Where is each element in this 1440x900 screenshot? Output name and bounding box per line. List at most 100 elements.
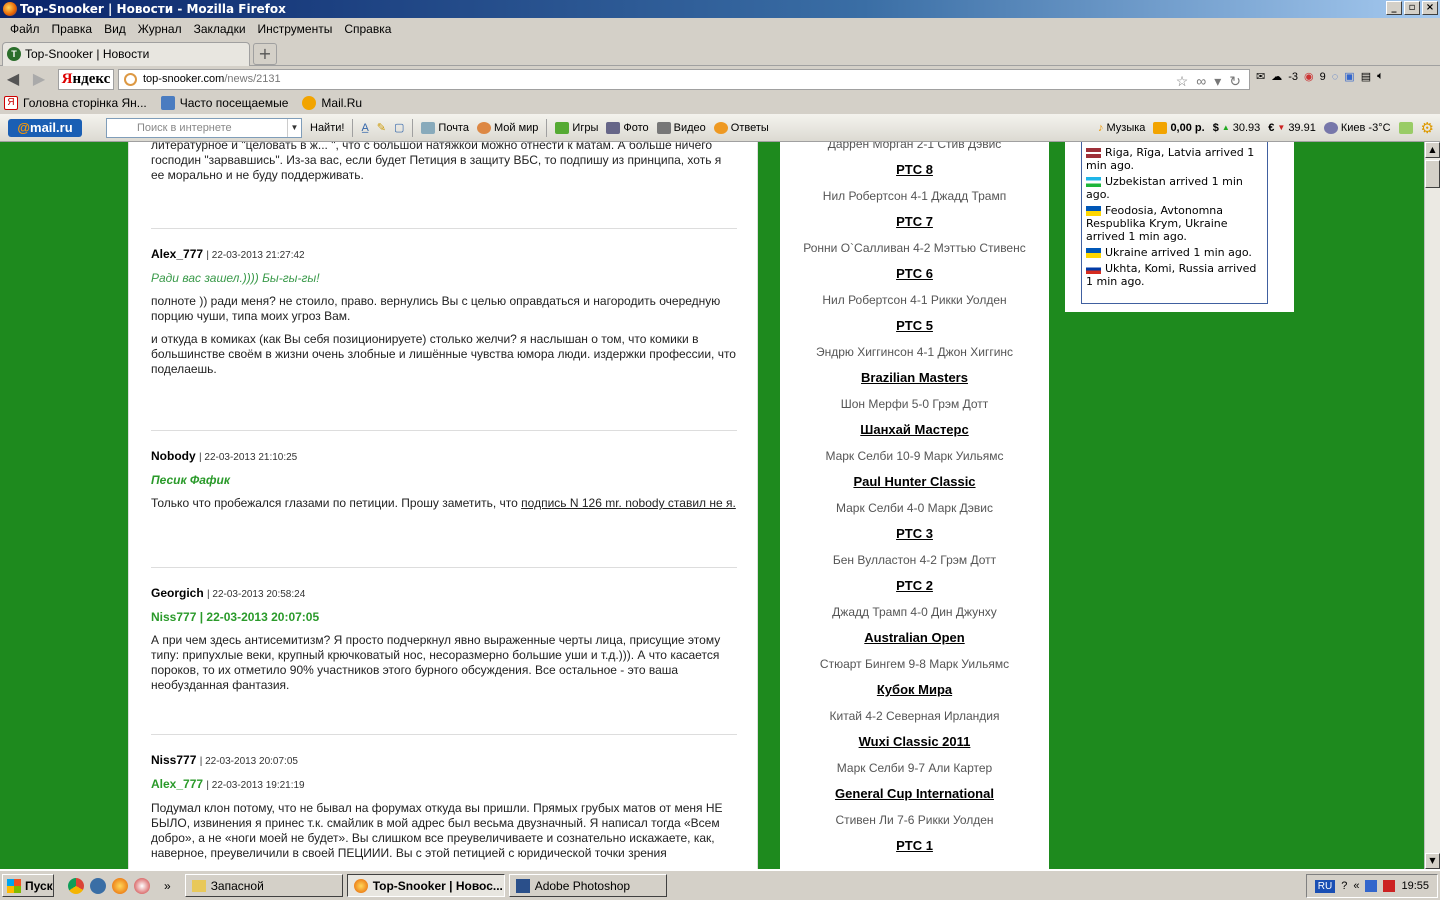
highlight-icon[interactable]: ✎ [377, 121, 386, 134]
reader-glasses-icon[interactable]: ∞ [1196, 72, 1206, 91]
comment-author[interactable]: Georgich [151, 586, 204, 600]
tray-expand-icon[interactable]: « [1353, 880, 1359, 892]
comment-author[interactable]: Alex_777 [151, 247, 203, 261]
task-photoshop[interactable]: Adobe Photoshop [508, 874, 667, 897]
page-scrollbar[interactable]: ▲ ▼ [1424, 142, 1440, 869]
tournament-title[interactable]: Brazilian Masters [780, 370, 1049, 385]
photo-link[interactable]: Фото [606, 121, 649, 134]
tournament-title[interactable]: PTC 3 [780, 526, 1049, 541]
scroll-thumb[interactable] [1425, 160, 1440, 188]
speaker-icon[interactable]: 🔈︎ [1377, 70, 1384, 83]
reload-icon[interactable]: ↻ [1229, 72, 1241, 91]
weather-cloud-icon[interactable]: ☁ [1271, 70, 1282, 83]
my-world-link[interactable]: Мой мир [476, 121, 538, 134]
opera-icon[interactable] [134, 877, 150, 894]
dropdown-arrow-icon[interactable]: ▾ [1214, 72, 1221, 91]
quick-launch-more-icon[interactable]: » [164, 879, 171, 893]
result-line: Стюарт Бингем 9-8 Марк Уильямс [819, 657, 1010, 671]
tournament-title[interactable]: PTC 2 [780, 578, 1049, 593]
search-dropdown-icon[interactable]: ▼ [287, 118, 301, 137]
firefox-launch-icon[interactable] [112, 877, 128, 894]
tournament-title[interactable]: Wuxi Classic 2011 [780, 734, 1049, 749]
language-indicator[interactable]: RU [1314, 879, 1336, 893]
mail-icon[interactable]: ✉ [1256, 70, 1265, 83]
tournament-title[interactable]: PTC 5 [780, 318, 1049, 333]
wallet-icon [1153, 121, 1168, 134]
forward-arrow-icon[interactable]: ▶ [30, 70, 48, 88]
settings-gear-icon[interactable]: ⚙ [1421, 119, 1434, 137]
new-tab-button[interactable]: + [253, 43, 277, 65]
minimize-button[interactable]: _ [1386, 1, 1402, 15]
find-button[interactable]: Найти! [310, 122, 344, 134]
address-bar[interactable]: top-snooker.com/news/2131 ☆ ∞ ▾ ↻ [118, 69, 1250, 90]
music-link[interactable]: ♪ Музыка [1098, 122, 1145, 134]
tournament-title[interactable]: PTC 8 [780, 162, 1049, 177]
maximize-button[interactable]: ▫ [1404, 1, 1420, 15]
tournament-title[interactable]: Кубок Мира [780, 682, 1049, 697]
mailru-search-input[interactable]: Поиск в интернете ▼ [106, 117, 302, 138]
yandex-logo[interactable]: Яндекс [58, 69, 114, 90]
start-button[interactable]: Пуск [2, 874, 54, 897]
comment-author[interactable]: Niss777 [151, 753, 196, 767]
ie-icon[interactable] [90, 877, 106, 894]
close-button[interactable]: × [1422, 1, 1438, 15]
addon-icon[interactable]: ▣ [1344, 70, 1354, 83]
weather-temp: -3 [1288, 70, 1298, 83]
back-arrow-icon[interactable]: ◀ [4, 70, 22, 88]
answers-link[interactable]: Ответы [713, 121, 769, 134]
visitor-entry: Uzbekistan arrived 1 min ago. [1086, 175, 1243, 201]
tournament-title[interactable]: Australian Open [780, 630, 1049, 645]
menu-help[interactable]: Справка [338, 22, 397, 36]
tournament-title[interactable]: PTC 7 [780, 214, 1049, 229]
notification-icon[interactable]: ◉ [1304, 70, 1314, 83]
balance-link[interactable]: 0,00 р. [1153, 121, 1205, 134]
menu-file[interactable]: Файл [4, 22, 46, 36]
comment-text: Подумал клон потому, что не бывал на фор… [151, 801, 723, 860]
tournament-title[interactable]: PTC 6 [780, 266, 1049, 281]
tournament-title[interactable]: PTC 1 [780, 838, 1049, 853]
task-zapasnoy[interactable]: Запасной [184, 874, 343, 897]
my-world-icon [476, 121, 491, 134]
menu-bookmarks[interactable]: Закладки [188, 22, 252, 36]
scroll-up-icon[interactable]: ▲ [1425, 142, 1440, 158]
weather-link[interactable]: Киев -3°C [1323, 121, 1391, 134]
font-size-icon[interactable]: A̲ [361, 122, 368, 134]
comment-text: А при чем здесь антисемитизм? Я просто п… [151, 633, 721, 692]
bookmark-yandex[interactable]: Я Головна сторінка Ян... [0, 96, 147, 110]
sync-icon[interactable]: ◌ [1332, 71, 1339, 83]
bookmark-mailru[interactable]: Mail.Ru [298, 96, 362, 110]
menu-edit[interactable]: Правка [46, 22, 99, 36]
help-icon[interactable]: ? [1341, 880, 1347, 892]
photoshop-icon [515, 878, 530, 893]
quote-author: Alex_777 | 22-03-2013 19:21:19 [151, 777, 305, 791]
mailru-logo[interactable]: @mail.ru [8, 118, 82, 137]
chrome-icon[interactable] [68, 877, 84, 894]
url-path: /news/2131 [224, 73, 281, 85]
addon2-icon[interactable]: ▤ [1361, 70, 1371, 83]
menu-history[interactable]: Журнал [132, 22, 188, 36]
task-firefox[interactable]: Top-Snooker | Новос... [346, 874, 505, 897]
scroll-down-icon[interactable]: ▼ [1425, 853, 1440, 869]
antivirus-icon[interactable] [1383, 880, 1396, 892]
site-identity-icon[interactable] [124, 73, 137, 86]
tournament-title[interactable]: Paul Hunter Classic [780, 474, 1049, 489]
tab-top-snooker[interactable]: T Top-Snooker | Новости [2, 42, 250, 66]
video-link[interactable]: Видео [656, 121, 706, 134]
quick-launch: » [68, 877, 171, 894]
tournament-title[interactable]: Шанхай Мастерс [780, 422, 1049, 437]
games-link[interactable]: Игры [555, 121, 598, 134]
menu-view[interactable]: Вид [98, 22, 132, 36]
map-icon[interactable] [1398, 121, 1413, 134]
comment-author[interactable]: Nobody [151, 449, 196, 463]
usd-rate[interactable]: $ ▲ 30.93 [1213, 122, 1261, 134]
bookmark-star-icon[interactable]: ☆ [1176, 72, 1189, 91]
bookmark-most-visited[interactable]: Часто посещаемые [157, 96, 288, 110]
frame-icon[interactable]: ▢ [394, 121, 404, 134]
menu-tools[interactable]: Инструменты [252, 22, 339, 36]
tournament-title[interactable]: General Cup International [780, 786, 1049, 801]
petition-signature-link[interactable]: подпись N 126 mr. nobody ставил не я. [521, 496, 736, 510]
eur-rate[interactable]: € ▼ 39.91 [1268, 122, 1316, 134]
comments-column: литературное и "целовать в ж... ", что с… [128, 142, 758, 869]
mail-link[interactable]: Почта [421, 121, 469, 134]
network-icon[interactable] [1365, 880, 1378, 892]
